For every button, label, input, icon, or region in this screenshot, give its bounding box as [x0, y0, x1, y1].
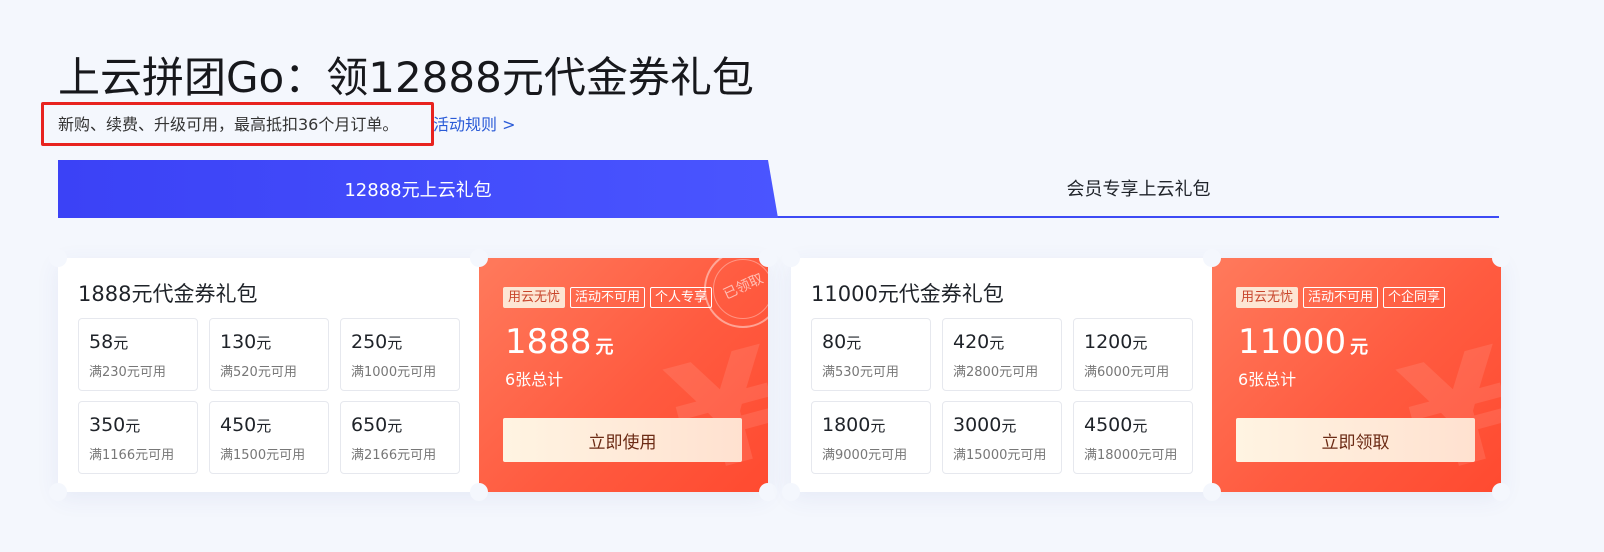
coupon-condition: 满18000元可用	[1084, 448, 1178, 463]
coupon-list-panel: 11000元代金券礼包 80元 满530元可用 420元 满2800元可用 12…	[791, 258, 1212, 492]
card-title: 1888元代金券礼包	[78, 282, 258, 306]
coupon-condition: 满2166元可用	[351, 448, 437, 463]
tag: 活动不可用	[570, 287, 646, 308]
gift-pack-summary: ¥ 用云无忧 活动不可用 个企同享 11000 元 6张总计 立即领取	[1212, 258, 1501, 492]
coupon-amount: 80元	[822, 331, 862, 353]
tag: 用云无忧	[503, 287, 566, 308]
tag-list: 用云无忧 活动不可用 个人专享	[503, 287, 713, 308]
coupon-amount: 3000元	[953, 414, 1017, 436]
yen-watermark-icon: ¥	[652, 315, 768, 492]
coupon-amount: 650元	[351, 414, 403, 436]
coupon-item: 3000元 满15000元可用	[942, 401, 1062, 474]
ticket-notch	[1203, 249, 1221, 267]
ticket-notch	[759, 483, 777, 501]
tag-list: 用云无忧 活动不可用 个企同享	[1236, 287, 1446, 308]
tag: 活动不可用	[1303, 287, 1379, 308]
page-subtitle: 新购、续费、升级可用，最高抵扣36个月订单。	[58, 115, 399, 134]
coupon-amount: 130元	[220, 331, 272, 353]
coupon-amount: 250元	[351, 331, 403, 353]
coupon-item: 80元 满530元可用	[811, 318, 931, 391]
coupon-condition: 满1000元可用	[351, 365, 437, 380]
coupon-condition: 满2800元可用	[953, 365, 1039, 380]
coupon-item: 4500元 满18000元可用	[1073, 401, 1193, 474]
use-now-button[interactable]: 立即使用	[503, 418, 742, 462]
ticket-notch	[782, 249, 800, 267]
page: 上云拼团Go：领12888元代金券礼包 新购、续费、升级可用，最高抵扣36个月订…	[0, 0, 1604, 552]
ticket-notch	[1203, 483, 1221, 501]
coupon-condition: 满6000元可用	[1084, 365, 1170, 380]
gift-pack-card: 11000元代金券礼包 80元 满530元可用 420元 满2800元可用 12…	[782, 249, 1510, 501]
coupon-condition: 满520元可用	[220, 365, 297, 380]
coupon-item: 420元 满2800元可用	[942, 318, 1062, 391]
ticket-notch	[470, 483, 488, 501]
coupon-amount: 58元	[89, 331, 129, 353]
coupon-grid: 58元 满230元可用 130元 满520元可用 250元 满1000元可用 3…	[78, 318, 460, 474]
ticket-notch	[49, 483, 67, 501]
coupon-condition: 满1500元可用	[220, 448, 306, 463]
coupon-condition: 满1166元可用	[89, 448, 175, 463]
coupon-item: 58元 满230元可用	[78, 318, 198, 391]
tag: 用云无忧	[1236, 287, 1299, 308]
coupon-item: 450元 满1500元可用	[209, 401, 329, 474]
ticket-notch	[49, 249, 67, 267]
coupon-amount: 420元	[953, 331, 1005, 353]
coupon-condition: 满15000元可用	[953, 448, 1047, 463]
tag: 个企同享	[1383, 287, 1446, 308]
ticket-notch	[1492, 249, 1510, 267]
ticket-notch	[470, 249, 488, 267]
ticket-notch	[759, 249, 777, 267]
coupon-item: 1800元 满9000元可用	[811, 401, 931, 474]
coupon-condition: 满9000元可用	[822, 448, 908, 463]
gift-pack-summary: ¥ 已领取 用云无忧 活动不可用 个人专享 1888 元 6张总计 立即使用	[479, 258, 768, 492]
coupon-grid: 80元 满530元可用 420元 满2800元可用 1200元 满6000元可用…	[811, 318, 1193, 474]
coupon-condition: 满530元可用	[822, 365, 899, 380]
tab-12888-gift-pack[interactable]: 12888元上云礼包	[58, 160, 778, 218]
claim-now-button[interactable]: 立即领取	[1236, 418, 1475, 462]
total-amount: 11000 元	[1238, 322, 1369, 362]
coupon-item: 1200元 满6000元可用	[1073, 318, 1193, 391]
coupon-amount: 450元	[220, 414, 272, 436]
gift-pack-card: 1888元代金券礼包 58元 满230元可用 130元 满520元可用 250元…	[49, 249, 777, 501]
coupon-list-panel: 1888元代金券礼包 58元 满230元可用 130元 满520元可用 250元…	[58, 258, 479, 492]
ticket-notch	[1492, 483, 1510, 501]
tab-member-gift-pack[interactable]: 会员专享上云礼包	[778, 160, 1499, 216]
coupon-item: 130元 满520元可用	[209, 318, 329, 391]
yen-watermark-icon: ¥	[1385, 315, 1501, 492]
coupon-count: 6张总计	[505, 370, 564, 389]
coupon-count: 6张总计	[1238, 370, 1297, 389]
coupon-item: 350元 满1166元可用	[78, 401, 198, 474]
tag: 个人专享	[650, 287, 713, 308]
coupon-amount: 350元	[89, 414, 141, 436]
card-title: 11000元代金券礼包	[811, 282, 1004, 306]
coupon-item: 650元 满2166元可用	[340, 401, 460, 474]
tab-bar: 12888元上云礼包 会员专享上云礼包	[58, 160, 1499, 218]
coupon-amount: 1800元	[822, 414, 886, 436]
ticket-notch	[782, 483, 800, 501]
coupon-amount: 4500元	[1084, 414, 1148, 436]
page-title: 上云拼团Go：领12888元代金券礼包	[58, 53, 754, 102]
coupon-condition: 满230元可用	[89, 365, 166, 380]
coupon-item: 250元 满1000元可用	[340, 318, 460, 391]
activity-rules-link[interactable]: 活动规则 >	[433, 111, 516, 135]
coupon-amount: 1200元	[1084, 331, 1148, 353]
total-amount: 1888 元	[505, 322, 614, 362]
